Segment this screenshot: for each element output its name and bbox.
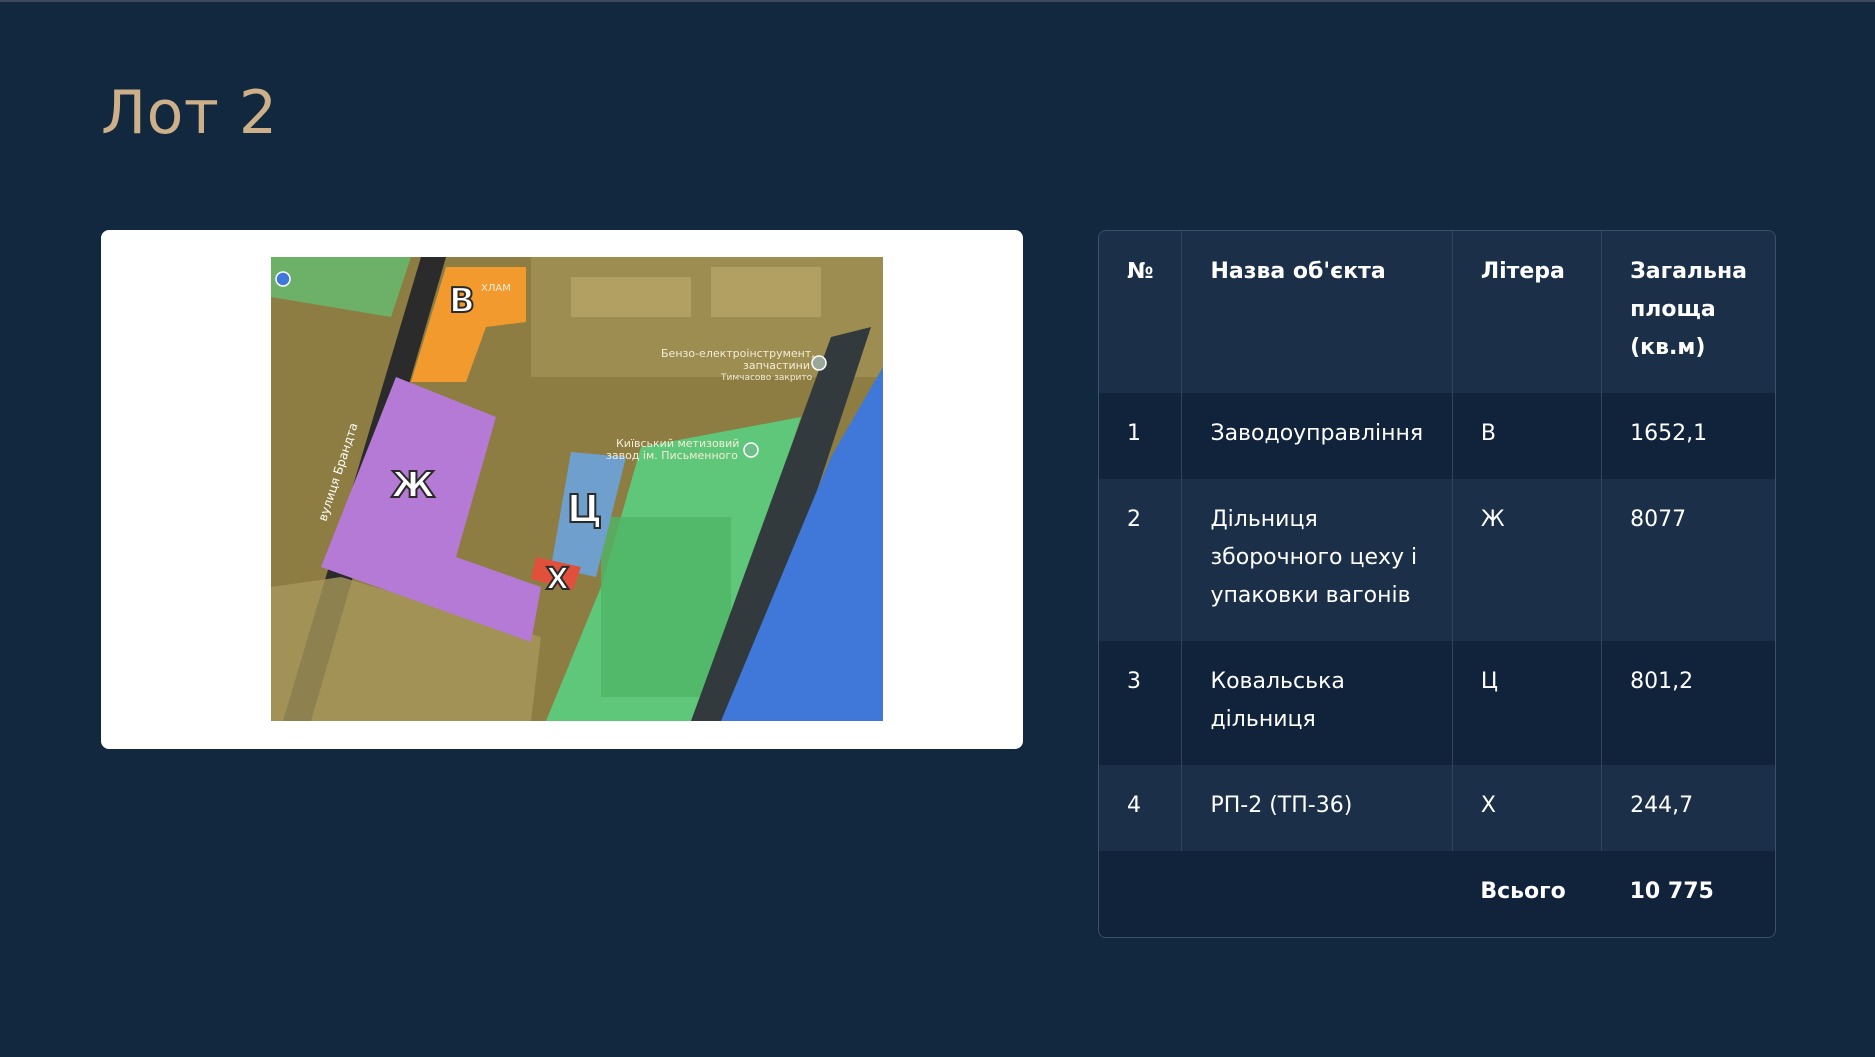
header-letter: Літера	[1452, 231, 1603, 393]
poi1-line3: Тимчасово закрито	[720, 373, 813, 383]
cell-number: 2	[1099, 479, 1183, 641]
label-v: В	[449, 281, 475, 321]
objects-table: № Назва об'єкта Літера Загальна площа (к…	[1098, 230, 1776, 938]
cell-letter: Х	[1452, 765, 1603, 851]
label-kh: Х	[546, 562, 569, 597]
top-border	[0, 0, 1875, 2]
label-ts: Ц	[567, 487, 602, 531]
shop-pin-icon	[811, 355, 827, 371]
poi1-line2: запчастини	[743, 359, 810, 372]
poi3-label: ХЛАМ	[481, 283, 511, 294]
cell-name: РП-2 (ТП-36)	[1181, 765, 1453, 851]
table-row: 4 РП-2 (ТП-36) Х 244,7	[1099, 765, 1775, 851]
building-block	[571, 277, 691, 317]
cell-name: Ковальська дільниця	[1181, 641, 1453, 765]
cell-area: 8077	[1630, 507, 1687, 532]
cell-area: 801,2	[1630, 669, 1694, 694]
cell-letter: Ц	[1452, 641, 1603, 765]
factory-pin-icon	[743, 442, 759, 458]
table-header-row: № Назва об'єкта Літера Загальна площа (к…	[1099, 231, 1775, 393]
header-name: Назва об'єкта	[1181, 231, 1453, 393]
building-block	[711, 267, 821, 317]
total-value: 10 775	[1629, 879, 1714, 904]
cell-area: 1652,1	[1630, 421, 1708, 446]
slide-title: Лот 2	[101, 78, 278, 148]
table-row: 2 Дільниця зборочного цеху і упаковки ва…	[1099, 479, 1775, 641]
cell-letter: Ж	[1452, 479, 1603, 641]
satellite-map: В Ж Ц Х вулиця Брандта Бензо-електроінст…	[271, 257, 883, 721]
cell-area: 244,7	[1630, 793, 1694, 818]
table-row: 3 Ковальська дільниця Ц 801,2	[1099, 641, 1775, 765]
cell-name: Заводоуправління	[1181, 393, 1453, 479]
table-row: 1 Заводоуправління В 1652,1	[1099, 393, 1775, 479]
cell-number: 4	[1099, 765, 1183, 851]
label-zh: Ж	[391, 465, 435, 506]
poi2-line2: завод ім. Письменного	[606, 449, 738, 462]
cell-letter: В	[1452, 393, 1603, 479]
map-card: В Ж Ц Х вулиця Брандта Бензо-електроінст…	[101, 230, 1023, 749]
cell-number: 3	[1099, 641, 1183, 765]
cell-name: Дільниця зборочного цеху і упаковки ваго…	[1181, 479, 1453, 641]
cell-empty	[1182, 851, 1452, 937]
cell-empty	[1099, 851, 1182, 937]
header-number: №	[1099, 231, 1183, 393]
cell-number: 1	[1099, 393, 1183, 479]
table-total-row: Всього 10 775	[1099, 851, 1775, 937]
total-label: Всього	[1480, 879, 1566, 904]
header-area: Загальна площа (кв.м)	[1630, 259, 1747, 360]
bank-pin-icon	[275, 271, 291, 287]
